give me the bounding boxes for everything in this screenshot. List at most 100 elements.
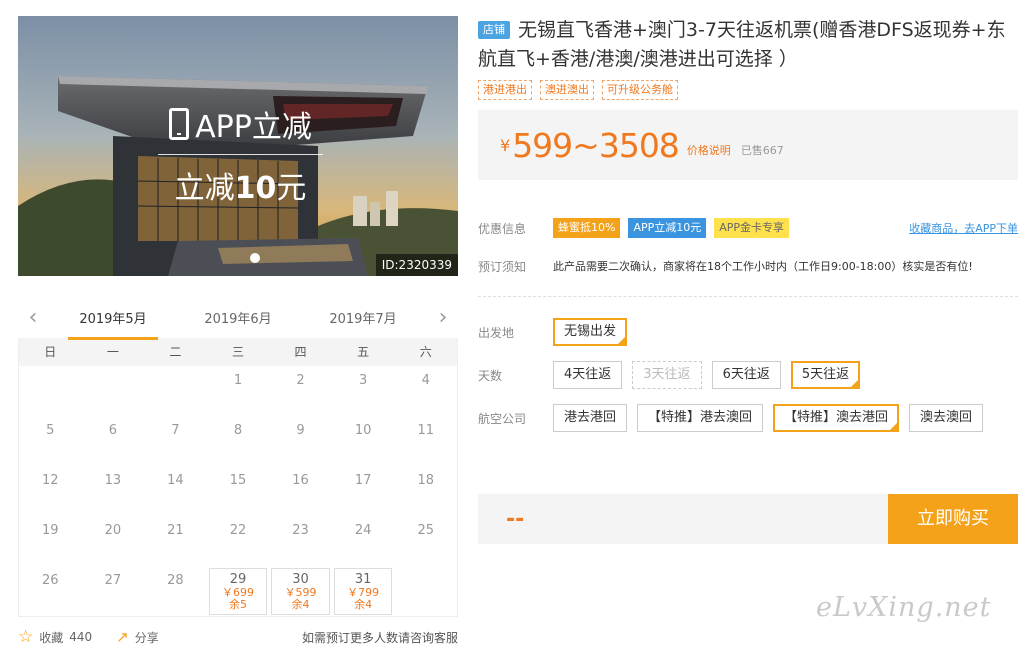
days-option[interactable]: 4天往返 — [553, 361, 623, 389]
feature-tag: 可升级公务舱 — [602, 80, 678, 100]
app-promo-overlay: APP立减 立减10元 — [158, 104, 323, 206]
calendar-day: 22 — [229, 523, 247, 538]
calendar-day: 17 — [354, 473, 372, 488]
weekday-label: 四 — [294, 345, 307, 359]
currency-symbol: ¥ — [500, 135, 511, 155]
calendar-day: 20 — [104, 523, 122, 538]
calendar-day-available[interactable]: 29 ￥699 余5 — [208, 568, 268, 615]
calendar-day-empty — [394, 566, 457, 616]
calendar-day: 27 — [104, 573, 122, 588]
price-range: 599~3508 — [512, 125, 680, 165]
days-options: 4天往返 3天往返 6天往返 5天往返 — [553, 361, 1018, 389]
day-number: 29 — [229, 572, 247, 587]
favorite-label: 收藏 — [39, 630, 64, 645]
date-calendar: ‹ 2019年5月 2019年6月 2019年7月 › 日一二三四五六 1234… — [18, 302, 458, 617]
calendar-day-empty — [82, 366, 145, 416]
calendar-day: 15 — [229, 473, 247, 488]
day-stock: 余4 — [291, 598, 310, 611]
month-selector: ‹ 2019年5月 2019年6月 2019年7月 › — [18, 302, 458, 340]
departure-label: 出发地 — [478, 326, 515, 340]
calendar-day: 18 — [417, 473, 434, 488]
calendar-day: 11 — [417, 423, 434, 438]
notice-label: 预订须知 — [478, 259, 527, 274]
calendar-day: 2 — [296, 373, 305, 388]
product-title: 店铺 无锡直飞香港+澳门3-7天往返机票(赠香港DFS返现券+东航直飞+香港/港澳… — [478, 16, 1018, 74]
calendar-day-available[interactable]: 31 ￥799 余4 — [333, 568, 393, 615]
day-stock: 余5 — [228, 598, 247, 611]
share-label: 分享 — [134, 630, 159, 645]
weekday-label: 五 — [357, 345, 370, 359]
weekday-label: 三 — [231, 345, 244, 359]
calendar-day: 6 — [108, 423, 117, 438]
price-panel: ¥ 599~3508 价格说明 已售667 — [478, 110, 1018, 180]
favorite-button[interactable]: ☆ 收藏 440 — [18, 629, 92, 646]
chevron-right-icon[interactable]: › — [432, 307, 454, 330]
month-tab-july[interactable]: 2019年7月 — [318, 302, 408, 340]
favorite-app-link[interactable]: 收藏商品，去APP下单 — [909, 220, 1018, 236]
price-explanation-link[interactable]: 价格说明 — [687, 142, 731, 158]
divider — [478, 296, 1018, 297]
weekday-label: 日 — [44, 345, 57, 359]
feature-tags: 港进港出 澳进澳出 可升级公务舱 — [478, 80, 1018, 100]
calendar-day: 28 — [167, 573, 184, 588]
airline-label: 航空公司 — [478, 412, 527, 426]
shop-badge[interactable]: 店铺 — [478, 21, 510, 39]
day-number: 31 — [354, 572, 372, 587]
days-row: 天数 4天往返 3天往返 6天往返 5天往返 — [478, 361, 1018, 389]
favorite-count: 440 — [69, 630, 93, 644]
calendar-day-empty — [19, 366, 82, 416]
share-icon: ↗ — [116, 628, 129, 646]
calendar-day: 8 — [233, 423, 243, 438]
calendar-day: 13 — [104, 473, 122, 488]
chevron-left-icon[interactable]: ‹ — [22, 307, 44, 330]
days-option: 3天往返 — [632, 361, 702, 389]
calendar-day: 5 — [46, 423, 55, 438]
product-image[interactable]: APP立减 立减10元 ID:2320339 — [18, 16, 458, 276]
days-label: 天数 — [478, 369, 503, 383]
airline-option[interactable]: 澳去澳回 — [909, 404, 984, 432]
site-watermark: eLvXing.net — [816, 592, 992, 623]
day-grid: 1 2 3 4 5 6 7 8 9 10 11 12 13 14 15 16 17 18 19 20 21 22 23 24 2… — [18, 366, 458, 617]
departure-options: 无锡出发 — [553, 318, 1018, 346]
airline-options: 港去港回 【特推】港去澳回 【特推】澳去港回 澳去澳回 — [553, 404, 1018, 432]
calendar-day: 19 — [42, 523, 59, 538]
airline-option[interactable]: 【特推】澳去港回 — [773, 404, 900, 432]
days-option[interactable]: 5天往返 — [790, 361, 861, 389]
calendar-day: 14 — [167, 473, 184, 488]
carousel-dot-active[interactable] — [250, 253, 260, 263]
days-option[interactable]: 6天往返 — [711, 361, 781, 389]
departure-row: 出发地 无锡出发 — [478, 318, 1018, 346]
weekday-label: 六 — [419, 345, 432, 359]
weekday-header: 日一二三四五六 — [18, 338, 458, 366]
calendar-day: 21 — [167, 523, 184, 538]
calendar-day: 3 — [358, 373, 368, 388]
purchase-bar: -- 立即购买 — [478, 494, 1018, 544]
share-button[interactable]: ↗ 分享 — [116, 629, 159, 646]
airline-option[interactable]: 【特推】港去澳回 — [637, 404, 764, 432]
product-detail: 店铺 无锡直飞香港+澳门3-7天往返机票(赠香港DFS返现券+东航直飞+香港/港澳… — [478, 16, 1018, 544]
weekday-label: 二 — [169, 345, 182, 359]
discount-tag-gold: APP金卡专享 — [714, 218, 790, 238]
feature-tag: 澳进澳出 — [540, 80, 594, 100]
discount-tag-app: APP立减10元 — [628, 218, 707, 238]
calendar-day-empty — [144, 366, 207, 416]
calendar-day: 4 — [421, 373, 430, 388]
total-price: -- — [506, 506, 525, 532]
discount-label: 优惠信息 — [478, 221, 527, 236]
departure-option[interactable]: 无锡出发 — [553, 318, 628, 346]
promo-subtitle: 立减10元 — [174, 171, 307, 206]
buy-now-button[interactable]: 立即购买 — [888, 494, 1018, 544]
calendar-day-available[interactable]: 30 ￥599 余4 — [271, 568, 330, 615]
promo-divider — [158, 154, 323, 155]
calendar-day: 7 — [171, 423, 180, 438]
weekday-label: 一 — [106, 345, 119, 359]
airline-option[interactable]: 港去港回 — [553, 404, 628, 432]
discount-tag-honey: 蜂蜜抵10% — [553, 218, 621, 238]
booking-notice-row: 预订须知 此产品需要二次确认，商家将在18个工作小时内（工作日9:00-18:0… — [478, 256, 1018, 276]
day-stock: 余4 — [354, 598, 373, 611]
discount-row: 优惠信息 蜂蜜抵10% APP立减10元 APP金卡专享 收藏商品，去APP下单 — [478, 217, 1018, 239]
contact-note: 如需预订更多人数请咨询客服 — [301, 630, 458, 645]
month-tab-may[interactable]: 2019年5月 — [68, 302, 158, 340]
calendar-day: 26 — [42, 573, 59, 588]
month-tab-june[interactable]: 2019年6月 — [193, 302, 283, 340]
